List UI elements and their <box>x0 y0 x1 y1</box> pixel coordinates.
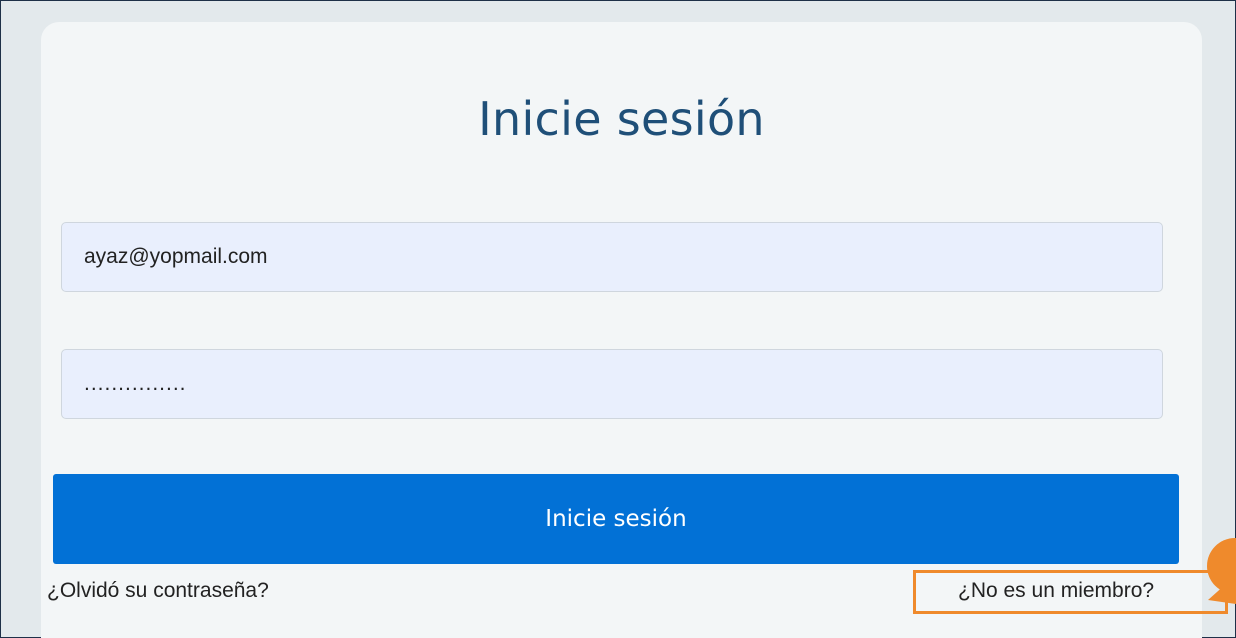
password-mask: ............... <box>84 372 187 395</box>
forgot-password-link[interactable]: ¿Olvidó su contraseña? <box>47 579 269 603</box>
callout-marker <box>1207 538 1236 594</box>
login-button[interactable]: Inicie sesión <box>53 474 1179 564</box>
page-title: Inicie sesión <box>478 92 765 146</box>
login-card: Inicie sesión ............... Inicie ses… <box>41 22 1202 638</box>
not-a-member-link[interactable]: ¿No es un miembro? <box>958 579 1154 603</box>
password-field[interactable]: ............... <box>61 349 1163 419</box>
email-field[interactable] <box>61 222 1163 292</box>
